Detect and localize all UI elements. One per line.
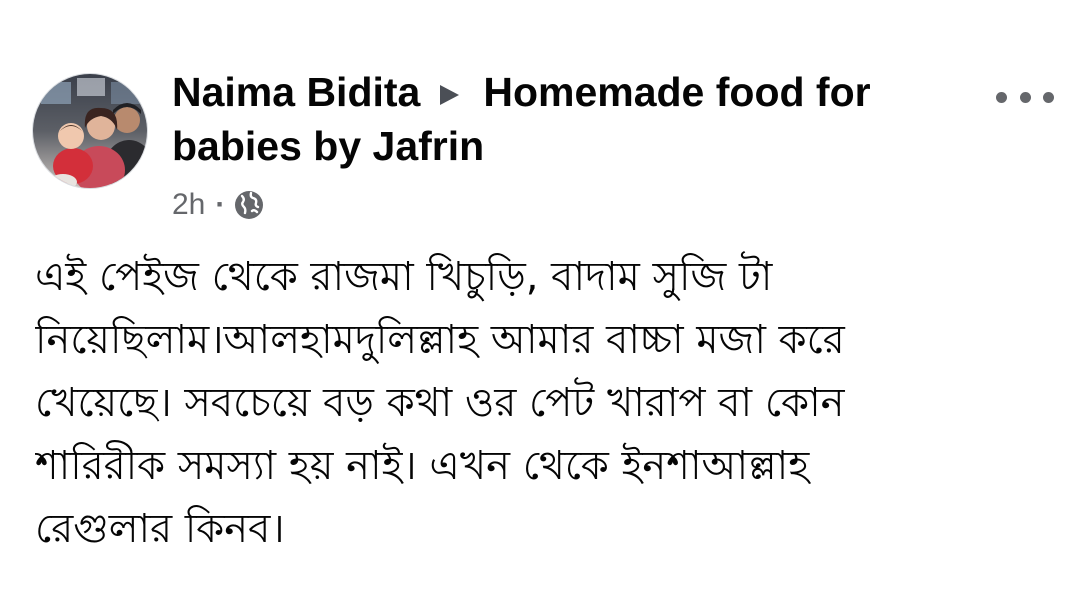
post-body-line: রেগুলার কিনব। <box>35 506 285 552</box>
more-horizontal-icon <box>1043 91 1054 103</box>
globe-icon[interactable] <box>234 190 264 220</box>
triangle-right-icon <box>440 85 460 105</box>
profile-photo <box>33 74 147 188</box>
post-body-line: খেয়েছে। সবচেয়ে বড় কথা ওর পেট খারাপ বা… <box>35 380 845 426</box>
avatar[interactable] <box>33 74 147 188</box>
more-horizontal-icon <box>1019 91 1031 103</box>
post-body-line: নিয়েছিলাম।আলহামদুলিল্লাহ আমার বাচ্চা মজ… <box>35 317 845 363</box>
author-name-link[interactable]: Naima Bidita <box>172 69 420 115</box>
post-meta: 2h · <box>172 188 264 222</box>
post-timestamp-link[interactable]: 2h <box>172 188 205 222</box>
post-body-line: এই পেইজ থেকে রাজমা খিচুড়ি, বাদাম সুজি ট… <box>35 254 773 300</box>
post-body: এই পেইজ থেকে রাজমা খিচুড়ি, বাদাম সুজি ট… <box>35 246 1060 561</box>
meta-separator: · <box>215 188 226 221</box>
more-horizontal-icon <box>996 91 1007 103</box>
post-body-line: শারিরীক সমস্যা হয় নাই। এখন থেকে ইনশাআল্… <box>35 443 810 489</box>
more-options-button[interactable] <box>996 86 1054 108</box>
post-header-title: Naima Bidita Homemade food for babies by … <box>172 65 912 173</box>
